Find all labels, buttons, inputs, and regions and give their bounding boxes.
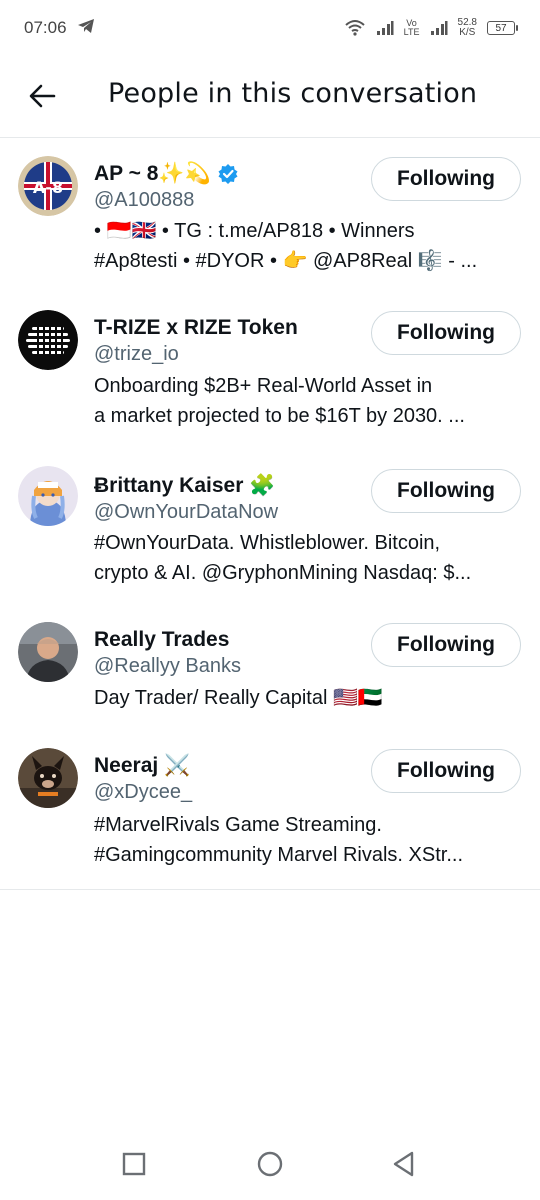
home-button[interactable]	[254, 1150, 286, 1182]
following-button[interactable]: Following	[371, 157, 521, 201]
circle-icon	[257, 1151, 283, 1182]
avatar[interactable]	[18, 310, 78, 370]
user-bio: #MarvelRivals Game Streaming. #Gamingcom…	[94, 810, 526, 870]
bio-line: • 🇮🇩🇬🇧 • TG : t.me/AP818 • Winners	[94, 220, 415, 242]
user-name-line: Neeraj ⚔️	[94, 754, 190, 778]
status-right: Vo LTE 52.8 K/S 57	[344, 18, 518, 38]
svg-text:A-8: A-8	[33, 178, 63, 197]
network-speed: 52.8 K/S	[458, 18, 477, 38]
battery-icon: 57	[487, 21, 518, 35]
list-divider	[0, 889, 540, 890]
user-handle: @trize_io	[94, 343, 179, 365]
bio-line: Onboarding $2B+ Real-World Asset in	[94, 375, 433, 397]
bio-line: #Gamingcommunity Marvel Rivals. XStr...	[94, 844, 463, 866]
status-bar: 07:06 Vo LTE 52.8 K/S 57	[0, 0, 540, 56]
status-time: 07:06	[24, 18, 67, 37]
user-name: AP ~ 8✨💫	[94, 162, 211, 185]
user-name: Ƀrittany Kaiser 🧩	[94, 474, 276, 497]
user-handle: @xDycee_	[94, 781, 193, 803]
user-name-line: Really Trades	[94, 628, 229, 652]
following-button[interactable]: Following	[371, 623, 521, 667]
bio-line: #Ap8testi • #DYOR • 👉 @AP8Real 🎼 - ...	[94, 250, 478, 272]
system-back-button[interactable]	[388, 1150, 420, 1182]
user-bio: #OwnYourData. Whistleblower. Bitcoin, cr…	[94, 528, 526, 588]
following-button[interactable]: Following	[371, 469, 521, 513]
triangle-back-icon	[392, 1151, 416, 1182]
user-name-line: Ƀrittany Kaiser 🧩	[94, 474, 275, 498]
user-handle: @OwnYourDataNow	[94, 501, 279, 523]
following-button[interactable]: Following	[371, 311, 521, 355]
user-name: Really Trades	[94, 628, 230, 651]
avatar[interactable]	[18, 466, 78, 526]
user-handle: @Reallyy Banks	[94, 655, 242, 677]
avatar[interactable]: A-8	[18, 156, 78, 216]
list-item[interactable]: Ƀrittany Kaiser 🧩 @OwnYourDataNow #OwnYo…	[0, 450, 540, 604]
user-name: Neeraj ⚔️	[94, 754, 191, 777]
bio-line: Day Trader/ Really Capital 🇺🇸🇦🇪	[94, 687, 383, 709]
bio-line: a market projected to be $16T by 2030. .…	[94, 405, 465, 427]
system-nav-bar	[0, 1130, 540, 1200]
user-bio: • 🇮🇩🇬🇧 • TG : t.me/AP818 • Winners #Ap8t…	[94, 216, 526, 276]
wifi-icon	[344, 19, 366, 37]
recent-apps-button[interactable]	[118, 1150, 150, 1182]
network-label: Vo LTE	[403, 18, 420, 37]
list-item[interactable]: Neeraj ⚔️ @xDycee_ #MarvelRivals Game St…	[0, 730, 540, 888]
status-left: 07:06	[24, 18, 95, 39]
list-item[interactable]: A-8 AP ~ 8✨💫 @A100888 • 🇮🇩🇬🇧 • TG : t.me…	[0, 138, 540, 292]
telegram-icon	[77, 18, 95, 39]
following-button[interactable]: Following	[371, 749, 521, 793]
list-item[interactable]: T-RIZE x RIZE Token @trize_io Onboarding…	[0, 292, 540, 450]
page-title: People in this conversation	[108, 78, 478, 109]
user-name-line: T-RIZE x RIZE Token	[94, 316, 298, 340]
battery-level: 57	[487, 21, 515, 35]
speed-unit: K/S	[459, 27, 476, 38]
back-button[interactable]	[24, 80, 60, 116]
list-item[interactable]: Really Trades @Reallyy Banks Day Trader/…	[0, 604, 540, 730]
avatar[interactable]	[18, 748, 78, 808]
square-icon	[122, 1152, 146, 1181]
signal-icon-2	[430, 20, 448, 36]
bio-line: crypto & AI. @GryphonMining Nasdaq: $...	[94, 562, 472, 584]
signal-icon-1	[376, 20, 394, 36]
user-name-line: AP ~ 8✨💫	[94, 162, 239, 186]
user-name: T-RIZE x RIZE Token	[94, 316, 298, 339]
page-header: People in this conversation	[0, 56, 540, 138]
user-handle: @A100888	[94, 189, 195, 211]
avatar[interactable]	[18, 622, 78, 682]
user-bio: Day Trader/ Really Capital 🇺🇸🇦🇪	[94, 683, 526, 713]
user-bio: Onboarding $2B+ Real-World Asset in a ma…	[94, 371, 526, 431]
bio-line: #OwnYourData. Whistleblower. Bitcoin,	[94, 532, 441, 554]
verified-badge-icon	[217, 163, 239, 185]
arrow-left-icon	[28, 84, 56, 113]
bio-line: #MarvelRivals Game Streaming.	[94, 814, 382, 836]
